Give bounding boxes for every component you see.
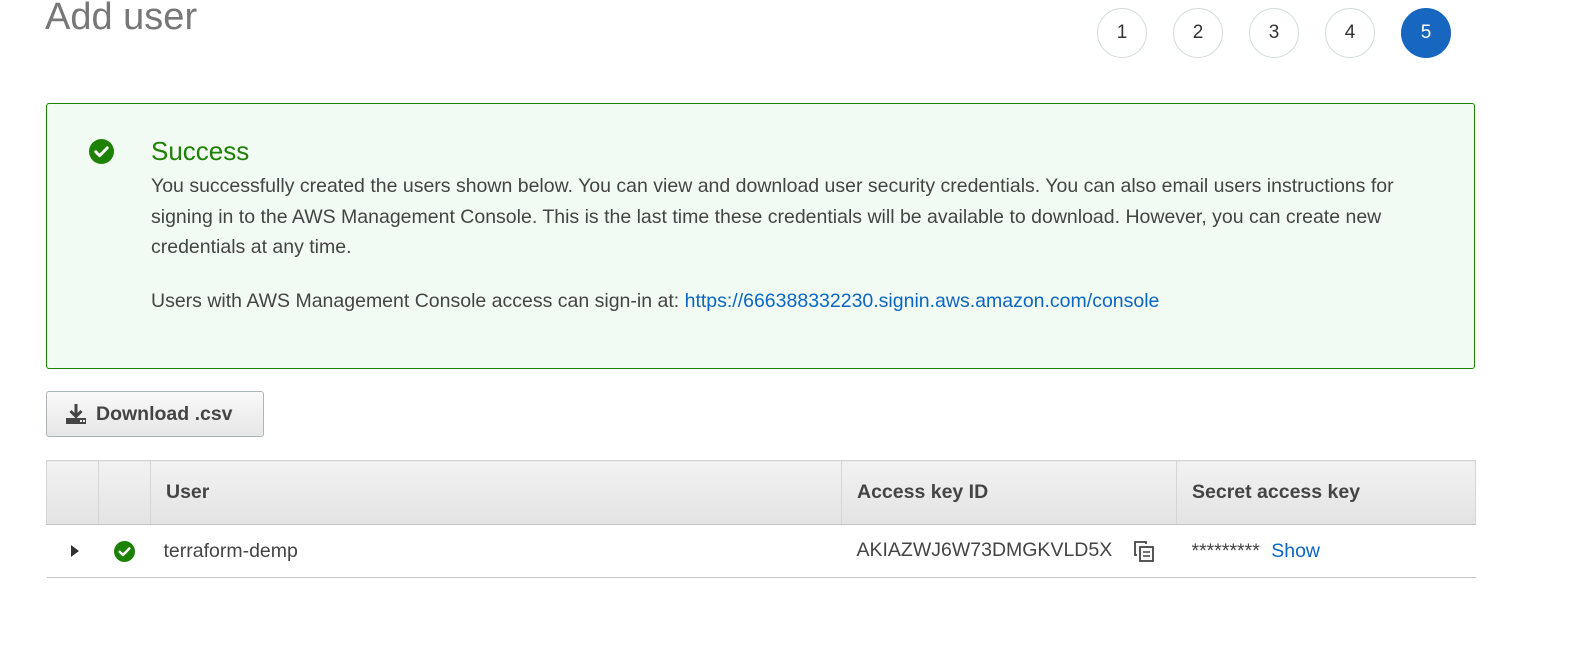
download-icon bbox=[66, 404, 86, 424]
step-4[interactable]: 4 bbox=[1325, 8, 1375, 58]
success-alert: Success You successfully created the use… bbox=[46, 103, 1475, 369]
signin-url-link[interactable]: https://666388332230.signin.aws.amazon.c… bbox=[685, 290, 1160, 312]
step-3[interactable]: 3 bbox=[1249, 8, 1299, 58]
user-name-cell: terraform-demp bbox=[150, 524, 842, 578]
download-csv-label: Download .csv bbox=[96, 402, 233, 425]
table-header-row: User Access key ID Secret access key bbox=[46, 460, 1476, 525]
user-column-header[interactable]: User bbox=[150, 460, 842, 525]
step-1[interactable]: 1 bbox=[1097, 8, 1147, 58]
expand-column-header bbox=[46, 460, 99, 525]
access-key-cell: AKIAZWJ6W73DMGKVLD5X bbox=[841, 524, 1177, 578]
step-2[interactable]: 2 bbox=[1173, 8, 1223, 58]
status-cell bbox=[98, 524, 151, 578]
status-column-header bbox=[98, 460, 151, 525]
secret-key-mask: ********* bbox=[1191, 539, 1260, 562]
download-csv-button[interactable]: Download .csv bbox=[46, 391, 264, 437]
check-circle-icon bbox=[114, 540, 135, 562]
check-circle-icon bbox=[89, 139, 114, 164]
page-title: Add user bbox=[45, 0, 198, 38]
success-title: Success bbox=[151, 136, 250, 166]
access-key-column-header[interactable]: Access key ID bbox=[841, 460, 1177, 525]
success-message: You successfully created the users shown… bbox=[151, 175, 1394, 258]
add-user-page: Add user 1 2 3 4 5 Success You successfu… bbox=[0, 0, 1580, 664]
signin-prefix: Users with AWS Management Console access… bbox=[151, 290, 685, 312]
copy-icon[interactable] bbox=[1132, 539, 1156, 563]
users-table: User Access key ID Secret access key ter… bbox=[46, 460, 1476, 578]
wizard-steps: 1 2 3 4 5 bbox=[1097, 8, 1451, 58]
show-secret-link[interactable]: Show bbox=[1271, 540, 1320, 562]
signin-info: Users with AWS Management Console access… bbox=[151, 286, 1159, 316]
table-row: terraform-demp AKIAZWJ6W73DMGKVLD5X ****… bbox=[46, 524, 1476, 578]
secret-key-cell: ********* Show bbox=[1176, 524, 1476, 578]
expand-cell bbox=[46, 524, 99, 578]
access-key-value: AKIAZWJ6W73DMGKVLD5X bbox=[856, 539, 1113, 562]
secret-key-column-header[interactable]: Secret access key bbox=[1176, 460, 1476, 525]
caret-right-icon[interactable] bbox=[70, 545, 79, 558]
step-5-active[interactable]: 5 bbox=[1401, 8, 1451, 58]
